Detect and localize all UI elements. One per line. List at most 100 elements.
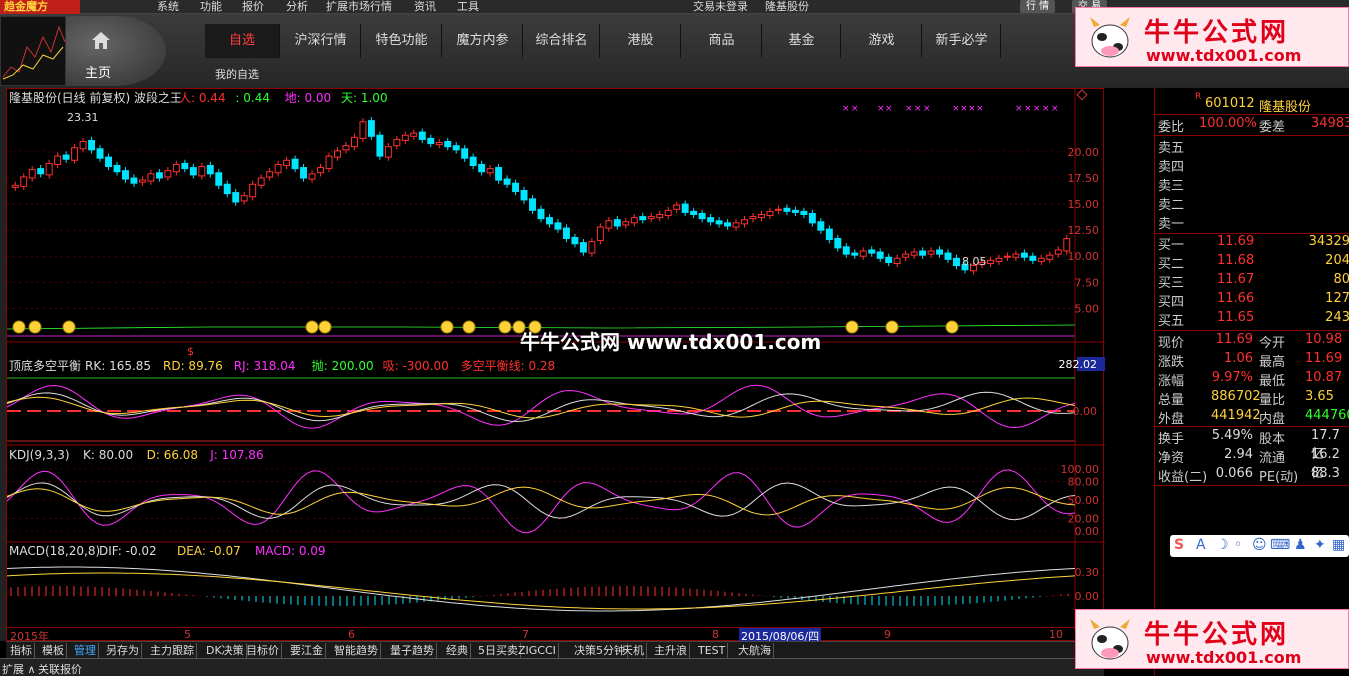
indicator-tab[interactable]: 5日买卖 (476, 643, 521, 658)
expand-toggle[interactable]: 扩展 ∧ (2, 661, 36, 676)
ime-user-icon[interactable]: ♟ (1294, 537, 1307, 553)
subtab-my-favorites[interactable]: 我的自选 (215, 66, 259, 82)
ime-toolbar[interactable]: S A ☽ ◦ ☺ ⌨ ♟ ✦ ▦ (1170, 535, 1349, 557)
candle (11, 184, 19, 188)
candle (393, 138, 401, 147)
price-tick-label: 20.00 (1068, 146, 1100, 159)
indicator-tab[interactable]: ZIGCCI (516, 643, 559, 658)
menu-function[interactable]: 功能 (200, 0, 222, 13)
chart-corner-icon[interactable] (1076, 89, 1088, 101)
tab-insider-reference[interactable]: 魔方内参 (443, 24, 523, 58)
kline-chart[interactable]: × × × × × × × × × × × × × × × × 隆基股份(日线 前复权) 波段之王 人: 0.… (6, 88, 1119, 642)
tab-beginner-guide[interactable]: 新手必学 (923, 24, 1001, 58)
menu-news[interactable]: 资讯 (414, 0, 436, 13)
candle (20, 176, 28, 187)
quote-mode-button[interactable]: 行 情 (1020, 0, 1056, 13)
sogou-icon[interactable]: S (1174, 537, 1184, 553)
candle (308, 173, 316, 180)
candle (817, 221, 825, 231)
menu-analysis[interactable]: 分析 (286, 0, 308, 13)
tab-commodities[interactable]: 商品 (682, 24, 762, 58)
indicator-tab[interactable]: DK决策 (204, 643, 247, 658)
signal-smiley-icon (845, 320, 859, 334)
candle (495, 167, 503, 181)
fund-label: 股本 (1259, 432, 1286, 447)
indicator-tab[interactable]: 要江金 (288, 643, 326, 658)
signal-x-marker: × (877, 104, 885, 114)
candle (774, 208, 782, 211)
candle (681, 203, 689, 213)
candle (936, 249, 944, 255)
indicator-tab[interactable]: 模板 (40, 643, 67, 658)
indicator-tab[interactable]: 管理 (72, 643, 99, 658)
candle (698, 212, 706, 220)
indicator-tab[interactable]: 另存为 (104, 643, 142, 658)
home-label: 主页 (85, 66, 112, 81)
indicator-tab[interactable]: 目标价 (244, 643, 282, 658)
ime-lang-icon[interactable]: A (1196, 537, 1206, 553)
candle (461, 148, 469, 159)
menu-extended-market[interactable]: 扩展市场行情 (326, 0, 392, 13)
candle (155, 172, 163, 179)
candle (758, 214, 765, 219)
ime-punct-icon[interactable]: ◦ (1234, 537, 1242, 553)
candle (291, 158, 299, 170)
tab-hk-stocks[interactable]: 港股 (601, 24, 681, 58)
tab-special-features[interactable]: 特色功能 (362, 24, 442, 58)
stat-label: 涨跌 (1158, 355, 1185, 370)
tab-sh-sz-market[interactable]: 沪深行情 (281, 24, 361, 58)
signal-smiley-icon (498, 320, 512, 334)
ask-level-label: 卖二 (1158, 198, 1185, 213)
indicator-tab[interactable]: 大航海 (736, 643, 774, 658)
candle (232, 192, 240, 203)
indicator-value: 地: 0.00 (285, 91, 332, 105)
indicator-tab[interactable]: 主升浪 (652, 643, 690, 658)
bid-level-label: 买二 (1158, 257, 1185, 272)
tab-funds[interactable]: 基金 (763, 24, 841, 58)
menu-system[interactable]: 系统 (157, 0, 179, 13)
linked-quote-button[interactable]: 关联报价 (38, 661, 82, 676)
indicator-tab[interactable]: 智能趋势 (332, 643, 381, 658)
menu-quote[interactable]: 报价 (242, 0, 264, 13)
kdj-title: KDJ(9,3,3) (9, 448, 70, 462)
indicator-value: J: 107.86 (209, 448, 263, 462)
signal-smiley-icon (440, 320, 454, 334)
stat-label: 最高 (1259, 355, 1286, 370)
indicator-tab[interactable]: 天机 (620, 643, 647, 658)
signal-x-marker: × (885, 104, 893, 114)
candle (350, 136, 358, 148)
candle (690, 210, 698, 216)
ime-emoji-icon[interactable]: ☺ (1252, 537, 1267, 553)
watermark-title: 牛牛公式网 (1144, 18, 1290, 48)
candle (885, 256, 893, 263)
ime-moon-icon[interactable]: ☽ (1216, 537, 1229, 553)
quote-panel: R 601012 隆基股份 委比 100.00% 委差 34983 卖五 卖四 卖三… (1154, 88, 1349, 676)
weicha-value: 34983 (1311, 116, 1349, 131)
indicator-tab[interactable]: TEST (696, 643, 729, 658)
candle (800, 210, 808, 216)
date-axis: 2015年 5 6 7 8 2015/08/06/四 9 10 (6, 627, 1104, 644)
indicator-value: RD: 89.76 (163, 359, 223, 373)
chart-canvas[interactable]: × × × × × × × × × × × × × × × × 隆基股份(日线 前复权) 波段之王 人: 0.… (6, 89, 1119, 642)
tab-rankings[interactable]: 综合排名 (524, 24, 600, 58)
indicator-tab[interactable]: 主力跟踪 (148, 643, 197, 658)
tab-favorites[interactable]: 自选 (205, 24, 280, 58)
tab-games[interactable]: 游戏 (842, 24, 922, 58)
ime-grid-icon[interactable]: ▦ (1332, 537, 1345, 553)
candle (79, 141, 87, 150)
candle (647, 216, 655, 220)
menu-tools[interactable]: 工具 (457, 0, 479, 13)
ime-keyboard-icon[interactable]: ⌨ (1270, 537, 1290, 553)
indicator-tab[interactable]: 指标 (8, 643, 35, 658)
indicator-tab[interactable]: 量子趋势 (388, 643, 437, 658)
weibi-label: 委比 (1158, 120, 1185, 135)
signal-smiley-icon (945, 320, 959, 334)
ime-skin-icon[interactable]: ✦ (1314, 537, 1326, 553)
candle (520, 190, 528, 201)
candle (741, 219, 748, 225)
bid-price: 11.69 (1217, 234, 1255, 249)
stat-value: 1.06 (1224, 351, 1253, 366)
indicator-tab[interactable]: 经典 (444, 643, 471, 658)
home-button[interactable] (66, 16, 166, 86)
candle (622, 221, 630, 226)
